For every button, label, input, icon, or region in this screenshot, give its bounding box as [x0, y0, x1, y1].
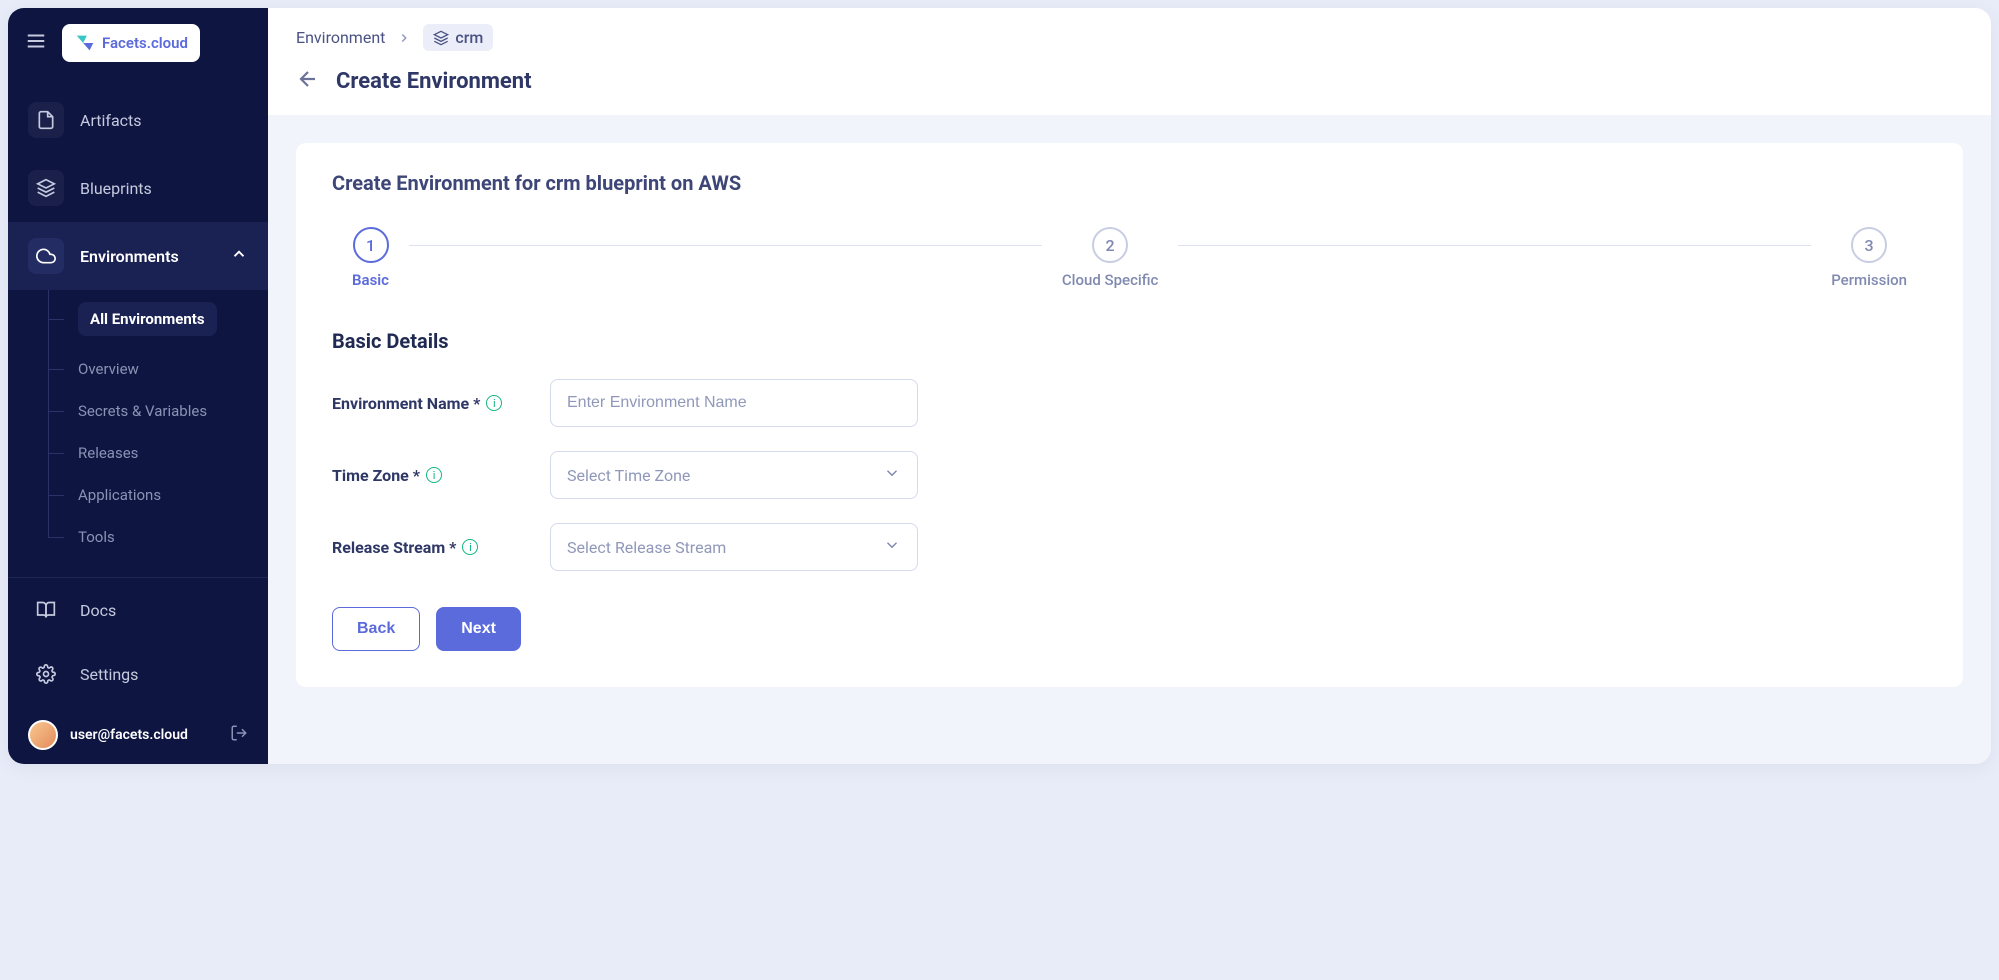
step-label: Permission: [1831, 271, 1907, 289]
layers-icon: [36, 178, 56, 198]
logo[interactable]: Facets.cloud: [62, 24, 200, 62]
sidebar-item-docs[interactable]: Docs: [8, 578, 268, 642]
step-permission[interactable]: 3 Permission: [1831, 227, 1907, 289]
section-title: Basic Details: [332, 329, 1927, 353]
env-name-input[interactable]: [550, 379, 918, 427]
card-title: Create Environment for crm blueprint on …: [332, 171, 1927, 195]
card: Create Environment for crm blueprint on …: [296, 143, 1963, 687]
sidebar-item-label: Environments: [80, 247, 179, 266]
form-row-env-name: Environment Name * i: [332, 379, 1927, 427]
label-release: Release Stream * i: [332, 538, 550, 557]
hamburger-icon[interactable]: [24, 30, 48, 56]
sidebar: Facets.cloud Artifacts Blueprints Enviro…: [8, 8, 268, 764]
info-icon[interactable]: i: [426, 467, 442, 483]
label-timezone: Time Zone * i: [332, 466, 550, 485]
form-row-timezone: Time Zone * i Select Time Zone: [332, 451, 1927, 499]
logo-icon: [74, 32, 96, 54]
stepper: 1 Basic 2 Cloud Specific 3 Permission: [332, 227, 1927, 289]
button-row: Back Next: [332, 607, 1927, 651]
info-icon[interactable]: i: [462, 539, 478, 555]
page-title: Create Environment: [336, 69, 532, 94]
sidebar-item-label: Docs: [80, 601, 116, 620]
step-label: Basic: [352, 271, 389, 289]
step-label: Cloud Specific: [1062, 271, 1158, 289]
info-icon[interactable]: i: [486, 395, 502, 411]
breadcrumb: Environment crm: [296, 24, 1963, 51]
step-number: 1: [353, 227, 389, 263]
sidebar-item-label: Blueprints: [80, 179, 152, 198]
subnav-item-secrets[interactable]: Secrets & Variables: [48, 390, 268, 432]
sidebar-header: Facets.cloud: [8, 8, 268, 78]
form-row-release: Release Stream * i Select Release Stream: [332, 523, 1927, 571]
avatar[interactable]: [28, 720, 58, 750]
topbar: Environment crm Create Environment: [268, 8, 1991, 115]
step-number: 3: [1851, 227, 1887, 263]
chevron-up-icon: [230, 245, 248, 267]
step-number: 2: [1092, 227, 1128, 263]
content: Create Environment for crm blueprint on …: [268, 115, 1991, 764]
step-line: [409, 245, 1042, 246]
gear-icon: [36, 664, 56, 684]
subnav-environments: All Environments Overview Secrets & Vari…: [8, 290, 268, 558]
step-basic[interactable]: 1 Basic: [352, 227, 389, 289]
layers-icon: [433, 30, 449, 46]
back-button[interactable]: Back: [332, 607, 420, 651]
release-select[interactable]: Select Release Stream: [550, 523, 918, 571]
user-email: user@facets.cloud: [70, 727, 218, 743]
chevron-down-icon: [883, 464, 901, 486]
sidebar-item-label: Settings: [80, 665, 138, 684]
file-icon: [36, 110, 56, 130]
book-icon: [36, 600, 56, 620]
nav: Artifacts Blueprints Environments All En…: [8, 78, 268, 577]
timezone-select[interactable]: Select Time Zone: [550, 451, 918, 499]
chevron-right-icon: [397, 31, 411, 45]
logo-text: Facets.cloud: [102, 34, 188, 52]
next-button[interactable]: Next: [436, 607, 521, 651]
subnav-item-tools[interactable]: Tools: [48, 516, 268, 558]
chevron-down-icon: [883, 536, 901, 558]
sidebar-item-blueprints[interactable]: Blueprints: [8, 154, 268, 222]
step-line: [1178, 245, 1811, 246]
breadcrumb-tag[interactable]: crm: [423, 24, 493, 51]
subnav-item-applications[interactable]: Applications: [48, 474, 268, 516]
page-title-row: Create Environment: [296, 67, 1963, 95]
subnav-item-all-environments[interactable]: All Environments: [48, 290, 268, 348]
sidebar-item-environments[interactable]: Environments: [8, 222, 268, 290]
sidebar-item-label: Artifacts: [80, 111, 142, 130]
subnav-item-releases[interactable]: Releases: [48, 432, 268, 474]
breadcrumb-root[interactable]: Environment: [296, 28, 385, 47]
sidebar-item-artifacts[interactable]: Artifacts: [8, 86, 268, 154]
back-arrow-icon[interactable]: [296, 67, 320, 95]
sidebar-item-settings[interactable]: Settings: [8, 642, 268, 706]
main: Environment crm Create Environment Creat…: [268, 8, 1991, 764]
logout-icon[interactable]: [230, 724, 248, 746]
step-cloud[interactable]: 2 Cloud Specific: [1062, 227, 1158, 289]
label-env-name: Environment Name * i: [332, 394, 550, 413]
cloud-icon: [36, 246, 56, 266]
subnav-item-overview[interactable]: Overview: [48, 348, 268, 390]
sidebar-bottom: Docs Settings user@facets.cloud: [8, 577, 268, 764]
user-row: user@facets.cloud: [8, 706, 268, 764]
